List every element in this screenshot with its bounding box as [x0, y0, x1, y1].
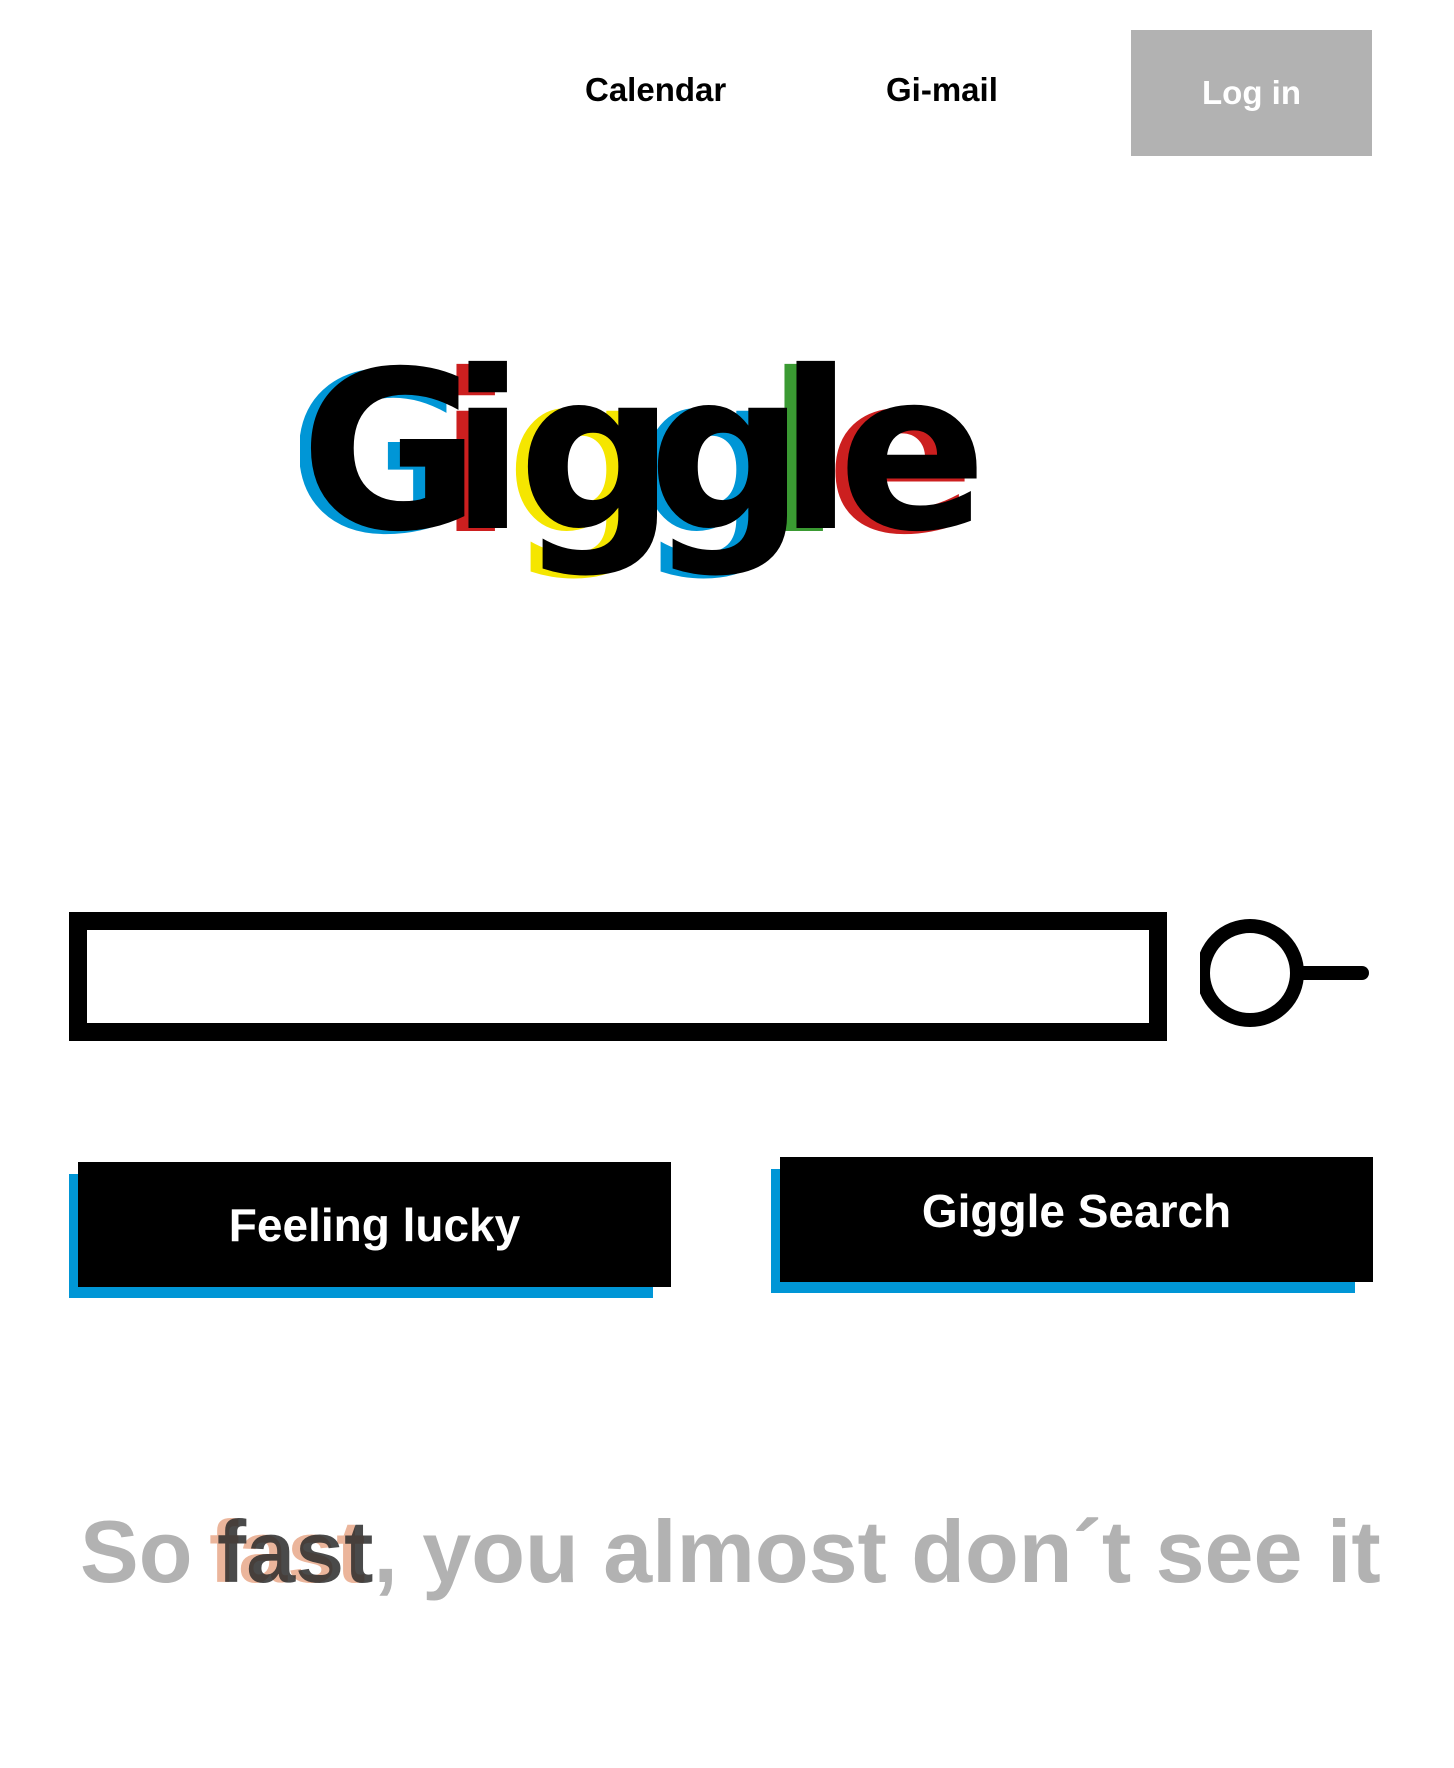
- tagline-highlight: fast fast: [209, 1508, 374, 1596]
- nav-calendar-link[interactable]: Calendar: [585, 70, 726, 110]
- search-icon[interactable]: [1196, 915, 1380, 1035]
- nav-gimail-link[interactable]: Gi-mail: [886, 70, 998, 110]
- logo-letter-layer: Giggle: [300, 324, 987, 580]
- search-box: [69, 912, 1167, 1041]
- giggle-search-button-wrap: Giggle Search: [771, 1157, 1373, 1293]
- tagline-highlight-text: fast: [216, 1502, 374, 1601]
- logo-letter-2: i: [450, 330, 525, 580]
- magnifier-lens: [1196, 919, 1304, 1027]
- tagline: So fast fast, you almost don´t see it: [80, 1508, 1381, 1596]
- logo-letter-6: e: [838, 330, 987, 580]
- feeling-lucky-button[interactable]: Feeling lucky: [78, 1162, 671, 1287]
- login-button[interactable]: Log in: [1131, 30, 1372, 156]
- tagline-before: So: [80, 1502, 217, 1601]
- giggle-logo: Giggle Giggle: [288, 324, 1060, 630]
- search-input[interactable]: [87, 930, 1149, 1023]
- feeling-lucky-button-wrap: Feeling lucky: [69, 1162, 671, 1298]
- tagline-after: , you almost don´t see it: [373, 1502, 1381, 1601]
- magnifier-icon-graphic: [1196, 919, 1369, 1027]
- giggle-logo-graphic: Giggle Giggle: [288, 324, 987, 583]
- giggle-search-button[interactable]: Giggle Search: [780, 1157, 1373, 1282]
